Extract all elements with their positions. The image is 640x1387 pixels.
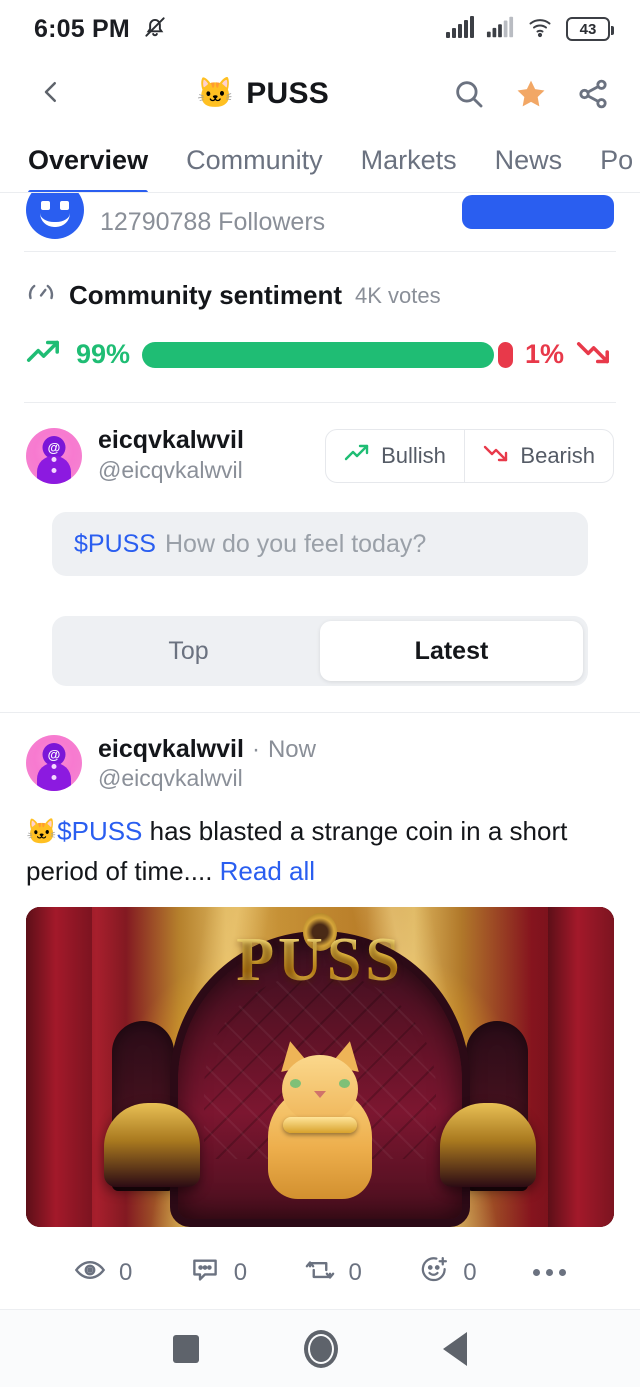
tab-community[interactable]: Community — [186, 145, 323, 178]
bullish-button[interactable]: Bullish — [326, 430, 464, 482]
reaction-action[interactable]: 0 — [418, 1255, 533, 1290]
trend-up-icon — [344, 442, 372, 470]
composer-ticker: $PUSS — [74, 529, 156, 558]
page-title: PUSS — [246, 77, 330, 110]
feed-filter-segmented: Top Latest — [52, 616, 588, 687]
post-timestamp: Now — [267, 736, 316, 764]
search-icon[interactable] — [452, 77, 486, 111]
composer-section: @ eicqvkalwvil @eicqvkalwvil Bullish Bea… — [0, 403, 640, 687]
artwork-title-text: PUSS — [26, 925, 614, 996]
gauge-icon — [26, 278, 56, 313]
comment-action[interactable]: 0 — [189, 1255, 304, 1290]
tab-portfolio[interactable]: Po — [600, 145, 633, 178]
post-author-name[interactable]: eicqvkalwvil — [98, 735, 244, 764]
community-sentiment-section: Community sentiment 4K votes 99% 1% — [0, 252, 640, 402]
tab-bar: Overview Community Markets News Po — [0, 130, 640, 192]
post-composer-input[interactable]: $PUSS How do you feel today? — [52, 512, 588, 577]
scroll-content[interactable]: 12790788 Followers Community sentiment 4… — [0, 193, 640, 1309]
post-author-block: eicqvkalwvil · Now @eicqvkalwvil — [98, 735, 316, 794]
comment-icon — [189, 1255, 221, 1290]
repost-icon — [304, 1255, 336, 1290]
sentiment-vote-group: Bullish Bearish — [325, 428, 614, 483]
wifi-icon — [525, 15, 555, 44]
reaction-add-icon — [418, 1255, 450, 1290]
post-ticker-link[interactable]: $PUSS — [57, 816, 142, 846]
comment-count: 0 — [233, 1258, 248, 1286]
trend-down-icon — [483, 442, 511, 470]
cat-emoji-icon: 🐱 — [26, 818, 58, 847]
header-title-group: 🐱 PUSS — [74, 77, 452, 111]
composer-user-row: @ eicqvkalwvil @eicqvkalwvil Bullish Bea… — [26, 425, 614, 486]
follow-button[interactable] — [462, 195, 614, 229]
more-horizontal-icon[interactable] — [533, 1269, 566, 1277]
header-actions — [452, 77, 616, 111]
filter-latest[interactable]: Latest — [320, 621, 583, 682]
status-bar-left: 6:05 PM — [34, 14, 168, 45]
sentiment-bar — [142, 341, 513, 368]
views-action[interactable]: 0 — [74, 1257, 189, 1288]
bearish-label: Bearish — [520, 442, 595, 468]
status-bar: 6:05 PM 43 — [0, 0, 640, 58]
composer-user-names: eicqvkalwvil @eicqvkalwvil — [98, 425, 244, 486]
read-all-link[interactable]: Read all — [220, 856, 315, 886]
post-body: 🐱$PUSS has blasted a strange coin in a s… — [26, 812, 614, 891]
triangle-back-icon[interactable] — [443, 1331, 468, 1366]
share-icon[interactable] — [576, 77, 610, 111]
filter-top[interactable]: Top — [57, 621, 320, 681]
post-header: @ eicqvkalwvil · Now @eicqvkalwvil — [26, 735, 614, 794]
circle-home-icon[interactable] — [303, 1329, 338, 1368]
coin-profile-avatar[interactable] — [26, 193, 84, 239]
status-time: 6:05 PM — [34, 14, 130, 43]
bullish-percent: 99% — [76, 339, 131, 369]
repost-action[interactable]: 0 — [304, 1255, 419, 1290]
post-image[interactable]: PUSS — [26, 907, 614, 1228]
signal-bars-icon — [445, 15, 475, 44]
composer-placeholder: How do you feel today? — [164, 529, 427, 558]
post-author-line: eicqvkalwvil · Now — [98, 735, 316, 764]
app-header: 🐱 PUSS — [0, 58, 640, 130]
star-filled-icon[interactable] — [514, 77, 548, 111]
trend-down-icon — [576, 337, 614, 372]
reaction-count: 0 — [463, 1258, 477, 1286]
composer-user-handle: @eicqvkalwvil — [98, 457, 243, 484]
bearish-button[interactable]: Bearish — [465, 430, 613, 482]
coin-emoji-icon: 🐱 — [196, 77, 235, 110]
repost-count: 0 — [348, 1258, 362, 1286]
bullish-bar-segment — [142, 341, 495, 368]
sentiment-title: Community sentiment — [69, 280, 343, 310]
artwork-cat — [260, 1033, 380, 1200]
trend-up-icon — [26, 337, 64, 372]
post-action-bar: 0 0 0 0 — [26, 1227, 614, 1309]
sentiment-bar-row: 99% 1% — [26, 337, 614, 372]
post-author-handle: @eicqvkalwvil — [98, 765, 243, 792]
bearish-percent: 1% — [524, 339, 564, 369]
user-avatar[interactable]: @ — [26, 735, 82, 792]
eye-icon — [74, 1257, 106, 1288]
feed-post: @ eicqvkalwvil · Now @eicqvkalwvil 🐱$PUS… — [0, 713, 640, 1309]
artwork-throne-arm-left — [104, 1103, 200, 1188]
square-recents-icon[interactable] — [172, 1334, 199, 1363]
sentiment-header: Community sentiment 4K votes — [26, 278, 614, 313]
bullish-label: Bullish — [381, 442, 446, 468]
post-separator: · — [251, 736, 260, 764]
tab-overview[interactable]: Overview — [28, 145, 149, 192]
phone-screen: 6:05 PM 43 🐱 PUSS Overview Community Mar… — [0, 0, 640, 1387]
followers-count: 12790788 Followers — [100, 207, 326, 236]
tab-markets[interactable]: Markets — [361, 145, 457, 178]
user-avatar[interactable]: @ — [26, 427, 82, 484]
bearish-bar-segment — [498, 341, 513, 368]
chevron-left-icon — [36, 77, 66, 112]
android-nav-bar — [0, 1309, 640, 1387]
sentiment-votes: 4K votes — [355, 282, 441, 308]
composer-user-name: eicqvkalwvil — [98, 426, 244, 454]
signal-bars-secondary-icon — [486, 15, 514, 44]
tab-news[interactable]: News — [495, 145, 563, 178]
artwork-throne-arm-right — [440, 1103, 536, 1188]
followers-row: 12790788 Followers — [0, 193, 640, 251]
battery-indicator: 43 — [566, 17, 614, 41]
bell-muted-icon — [142, 14, 168, 45]
back-button[interactable] — [28, 77, 74, 112]
views-count: 0 — [119, 1258, 133, 1286]
status-bar-right: 43 — [445, 15, 614, 44]
